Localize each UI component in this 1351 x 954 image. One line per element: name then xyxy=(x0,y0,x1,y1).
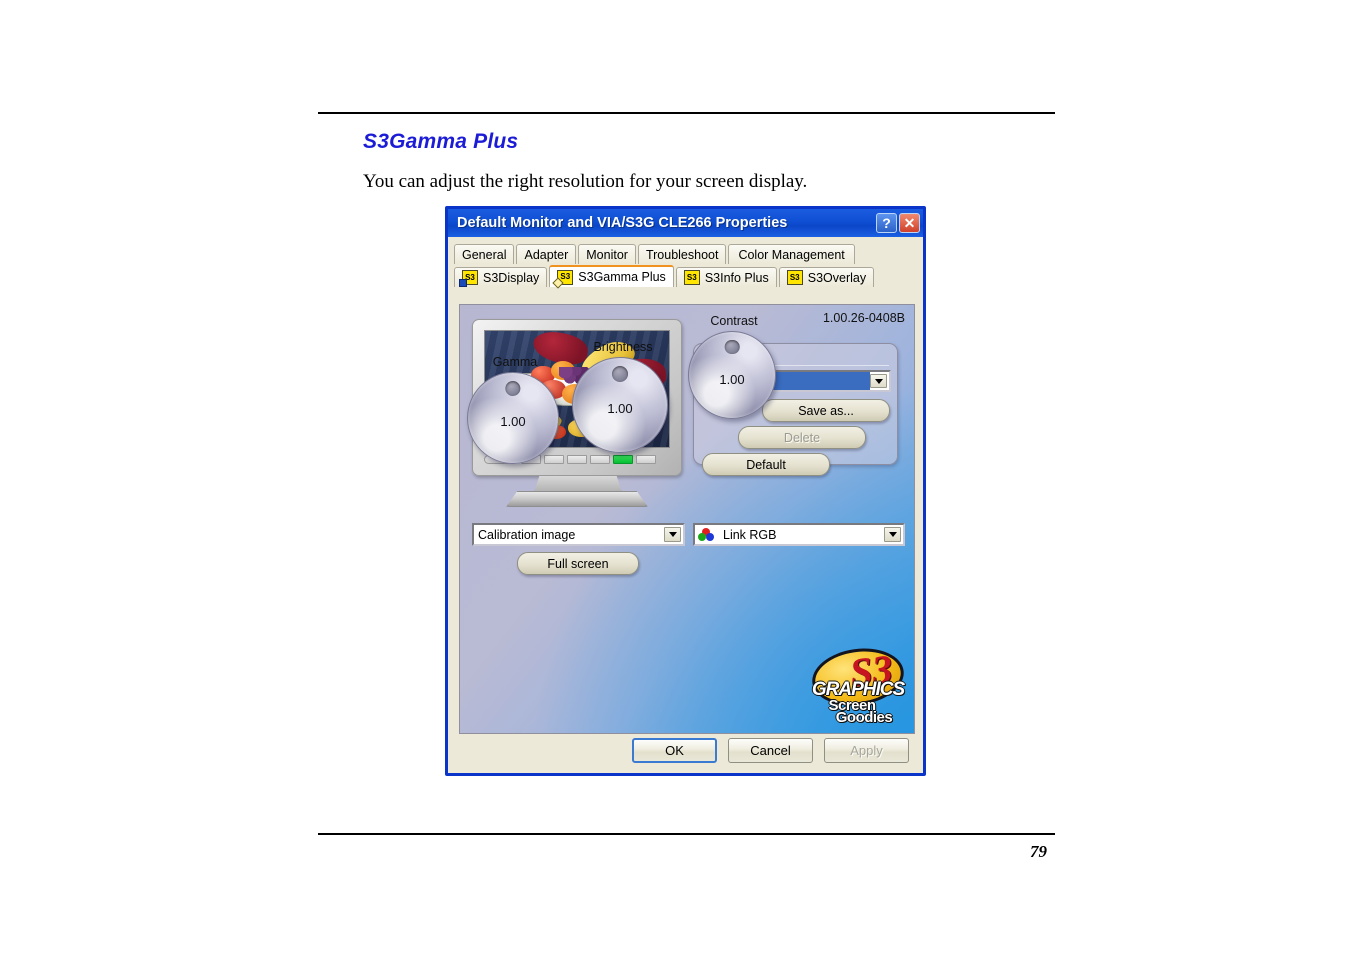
tab-label: S3Info Plus xyxy=(704,270,769,285)
brightness-knob-label: Brightness xyxy=(593,340,653,354)
s3-overlay-icon: S3 xyxy=(786,270,803,285)
contrast-knob-value: 1.00 xyxy=(719,371,745,387)
gamma-panel: 1.00.26-0408B Save as... Delete Default … xyxy=(459,304,915,734)
logo-goodies-text: Goodies xyxy=(835,709,893,726)
version-label: 1.00.26-0408B xyxy=(822,311,905,325)
gamma-knob-dial[interactable]: 1.00 xyxy=(467,372,559,464)
tab-label: S3Overlay xyxy=(807,270,867,285)
brightness-knob-value: 1.00 xyxy=(607,401,633,417)
tab-label: Adapter xyxy=(524,247,569,262)
contrast-knob-dial[interactable]: 1.00 xyxy=(688,331,776,419)
help-button[interactable]: ? xyxy=(876,213,897,233)
page-paragraph: You can adjust the right resolution for … xyxy=(363,171,808,192)
tab-row-secondary: S3 S3Display S3 S3Gamma Plus S3 S3Info P… xyxy=(454,265,918,287)
dialog-titlebar: Default Monitor and VIA/S3G CLE266 Prope… xyxy=(448,209,923,237)
chevron-down-icon[interactable] xyxy=(664,527,681,542)
gamma-knob-label: Gamma xyxy=(492,355,538,369)
tab-label: Monitor xyxy=(586,247,628,262)
rgb-link-value: Link RGB xyxy=(723,527,777,542)
gamma-knob-value: 1.00 xyxy=(500,414,526,430)
s3-gamma-icon: S3 xyxy=(557,269,574,285)
page-number: 79 xyxy=(1030,842,1047,861)
s3-info-icon: S3 xyxy=(683,270,700,285)
tab-monitor[interactable]: Monitor xyxy=(578,244,636,264)
gamma-knob-control[interactable]: Gamma 1.00 xyxy=(467,355,563,468)
chevron-down-icon[interactable] xyxy=(884,527,901,542)
calibration-image-dropdown[interactable]: Calibration image xyxy=(472,523,685,546)
calibration-image-value: Calibration image xyxy=(478,527,576,542)
cancel-button[interactable]: Cancel xyxy=(728,738,813,763)
tab-label: Troubleshoot xyxy=(645,247,719,262)
s3-graphics-logo: S3 GRAPHICS Screen Goodies xyxy=(804,642,908,729)
tab-s3info-plus[interactable]: S3 S3Info Plus xyxy=(675,267,777,287)
brightness-knob-control[interactable]: Brightness 1.00 xyxy=(572,340,674,458)
ok-button[interactable]: OK xyxy=(632,738,717,763)
monitor-base xyxy=(506,491,648,507)
save-as-button[interactable]: Save as... xyxy=(762,399,890,422)
tab-general[interactable]: General xyxy=(454,244,515,264)
tab-row-primary: General Adapter Monitor Troubleshoot Col… xyxy=(454,243,918,264)
monitor-neck xyxy=(534,476,622,493)
tab-s3gamma-plus[interactable]: S3 S3Gamma Plus xyxy=(549,265,674,287)
rgb-link-dropdown[interactable]: Link RGB xyxy=(693,523,905,546)
brightness-knob-dial[interactable]: 1.00 xyxy=(572,357,668,453)
tab-color-management[interactable]: Color Management xyxy=(728,244,855,264)
tab-s3overlay[interactable]: S3 S3Overlay xyxy=(778,267,875,287)
apply-button: Apply xyxy=(824,738,909,763)
tab-label: S3Gamma Plus xyxy=(578,270,666,284)
rgb-circles-icon xyxy=(698,528,714,541)
page-rule-top xyxy=(318,112,1055,114)
tab-troubleshoot[interactable]: Troubleshoot xyxy=(637,244,727,264)
dialog-button-bar: OK Cancel Apply xyxy=(448,738,923,763)
full-screen-button[interactable]: Full screen xyxy=(517,552,639,575)
delete-button: Delete xyxy=(738,426,866,449)
chevron-down-icon[interactable] xyxy=(870,374,887,388)
page-title: S3Gamma Plus xyxy=(363,130,519,153)
dialog-title: Default Monitor and VIA/S3G CLE266 Prope… xyxy=(457,215,788,231)
tab-strip: General Adapter Monitor Troubleshoot Col… xyxy=(448,237,923,287)
s3-display-icon: S3 xyxy=(459,270,478,287)
tab-label: S3Display xyxy=(483,270,540,285)
close-icon[interactable]: ✕ xyxy=(899,213,920,233)
default-button[interactable]: Default xyxy=(702,453,830,476)
properties-dialog: Default Monitor and VIA/S3G CLE266 Prope… xyxy=(445,206,926,776)
tab-label: Color Management xyxy=(738,247,845,262)
contrast-knob-control[interactable]: Contrast 1.00 xyxy=(688,314,780,424)
contrast-knob-label: Contrast xyxy=(710,314,758,328)
tab-label: General xyxy=(462,247,507,262)
page-rule-bottom xyxy=(318,833,1055,835)
tab-s3display[interactable]: S3 S3Display xyxy=(454,267,548,287)
tab-adapter[interactable]: Adapter xyxy=(516,244,577,264)
